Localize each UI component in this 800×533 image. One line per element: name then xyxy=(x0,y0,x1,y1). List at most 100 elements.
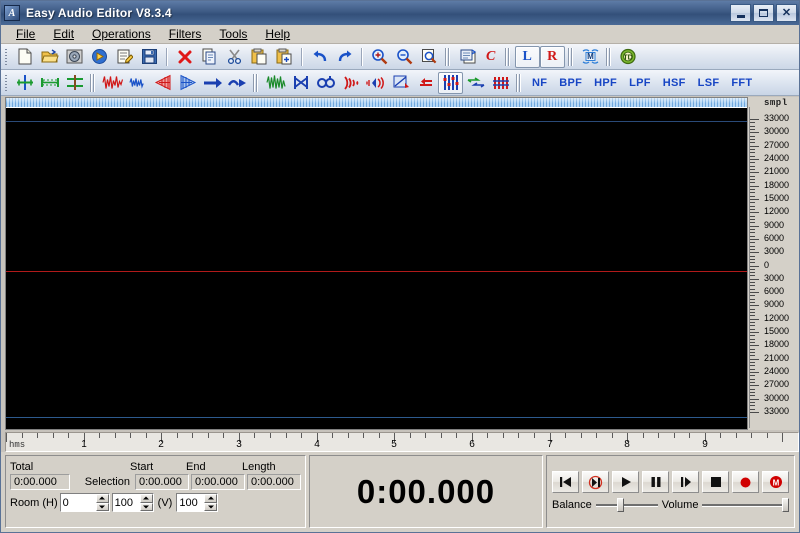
stop-button[interactable] xyxy=(702,471,729,493)
fade-out-icon[interactable] xyxy=(175,72,200,94)
toolbar-separator xyxy=(605,47,613,66)
room-h-offset-stepper[interactable] xyxy=(59,493,110,512)
scrollbar-thumb[interactable] xyxy=(6,98,748,107)
vibrato-icon[interactable] xyxy=(263,72,288,94)
paste-new-icon[interactable] xyxy=(272,46,297,68)
chorus-icon[interactable] xyxy=(313,72,338,94)
spin-down-icon[interactable] xyxy=(204,502,218,511)
menu-item-help[interactable]: Help xyxy=(256,25,299,43)
reverse-icon[interactable] xyxy=(225,72,250,94)
low-pass-filter-button[interactable]: LPF xyxy=(623,72,657,94)
spin-down-icon[interactable] xyxy=(95,502,109,511)
menu-item-tools[interactable]: Tools xyxy=(210,25,256,43)
time-minor-tick xyxy=(487,433,488,438)
menu-item-file[interactable]: File xyxy=(7,25,44,43)
paste-icon[interactable] xyxy=(247,46,272,68)
zoom-in-icon[interactable] xyxy=(367,46,392,68)
time-minor-tick xyxy=(643,433,644,438)
room-h-offset-spin-buttons[interactable] xyxy=(95,494,109,511)
time-minor-tick xyxy=(363,433,364,438)
spin-down-icon[interactable] xyxy=(139,502,153,511)
toolbar-grip[interactable] xyxy=(3,46,10,67)
maximize-button[interactable] xyxy=(753,4,774,22)
redo-icon[interactable] xyxy=(332,46,357,68)
fft-filter-button[interactable]: FFT xyxy=(725,72,758,94)
insert-marker-icon[interactable] xyxy=(12,72,37,94)
split-icon[interactable] xyxy=(62,72,87,94)
open-cd-icon[interactable] xyxy=(62,46,87,68)
room-v-zoom-stepper[interactable] xyxy=(176,493,219,512)
select-range-icon[interactable] xyxy=(37,72,62,94)
delete-icon[interactable] xyxy=(172,46,197,68)
copy-icon[interactable] xyxy=(197,46,222,68)
toolbar-grip[interactable] xyxy=(3,72,10,93)
left-channel-icon[interactable]: L xyxy=(514,45,540,68)
cut-icon[interactable] xyxy=(222,46,247,68)
play-button[interactable] xyxy=(612,471,639,493)
crossfade-icon[interactable] xyxy=(288,72,313,94)
batch-convert-icon[interactable] xyxy=(455,46,480,68)
flanger-icon[interactable] xyxy=(363,72,388,94)
waveform-canvas[interactable] xyxy=(6,108,747,429)
balance-slider[interactable] xyxy=(595,498,658,512)
equalizer-icon[interactable] xyxy=(438,71,463,94)
record-monitor-button[interactable]: M xyxy=(762,471,789,493)
minimize-button[interactable] xyxy=(730,4,751,22)
forward-icon[interactable] xyxy=(200,72,225,94)
record-button[interactable] xyxy=(732,471,759,493)
room-h-zoom-spin-buttons[interactable] xyxy=(139,494,153,511)
room-h-zoom-input[interactable] xyxy=(112,494,139,511)
time-ruler[interactable]: hms 1 2 3 4 5 6 7 8 9 xyxy=(5,432,799,452)
amplify-icon[interactable] xyxy=(100,72,125,94)
play-file-icon[interactable] xyxy=(87,46,112,68)
high-shelf-filter-button[interactable]: HSF xyxy=(657,72,692,94)
spin-up-icon[interactable] xyxy=(95,494,109,503)
echo-icon[interactable] xyxy=(338,72,363,94)
noise-gate-icon[interactable] xyxy=(488,72,513,94)
new-file-icon[interactable] xyxy=(12,46,37,68)
volume-slider-knob[interactable] xyxy=(782,498,790,512)
menu-item-filters[interactable]: Filters xyxy=(160,25,211,43)
low-shelf-filter-button[interactable]: LSF xyxy=(692,72,726,94)
open-file-icon[interactable] xyxy=(37,46,62,68)
spin-up-icon[interactable] xyxy=(139,494,153,503)
transport-buttons-row: M xyxy=(552,471,789,493)
band-pass-filter-button[interactable]: BPF xyxy=(553,72,588,94)
room-h-zoom-stepper[interactable] xyxy=(111,493,154,512)
spin-up-icon[interactable] xyxy=(204,494,218,503)
horizontal-scrollbar[interactable] xyxy=(6,98,748,108)
convert-icon[interactable]: C xyxy=(480,46,502,68)
normalize-icon[interactable] xyxy=(125,72,150,94)
volume-slider[interactable] xyxy=(702,498,790,512)
edit-file-icon[interactable] xyxy=(112,46,137,68)
skip-start-button[interactable] xyxy=(552,471,579,493)
time-tick-label: 5 xyxy=(391,439,397,450)
time-minor-tick xyxy=(254,433,255,438)
undo-icon[interactable] xyxy=(307,46,332,68)
room-label: Room (H) xyxy=(10,496,58,509)
trim-silence-icon[interactable]: TD xyxy=(616,46,641,68)
balance-slider-knob[interactable] xyxy=(616,498,624,512)
room-v-zoom-input[interactable] xyxy=(177,494,204,511)
zoom-out-icon[interactable] xyxy=(392,46,417,68)
menu-item-operations[interactable]: Operations xyxy=(83,25,160,43)
invert-icon[interactable] xyxy=(413,72,438,94)
time-minor-tick xyxy=(720,433,721,438)
high-pass-filter-button[interactable]: HPF xyxy=(588,72,623,94)
notch-filter-button[interactable]: NF xyxy=(526,72,553,94)
pause-button[interactable] xyxy=(642,471,669,493)
reverb-icon[interactable] xyxy=(388,72,413,94)
zoom-selection-icon[interactable] xyxy=(417,46,442,68)
step-forward-button[interactable] xyxy=(672,471,699,493)
mono-channel-icon[interactable]: M xyxy=(578,46,603,68)
fade-in-icon[interactable] xyxy=(150,72,175,94)
close-button[interactable]: ✕ xyxy=(776,4,797,22)
save-file-icon[interactable] xyxy=(137,46,162,68)
pitch-shift-icon[interactable] xyxy=(463,72,488,94)
right-channel-icon[interactable]: R xyxy=(539,45,565,68)
menu-item-edit[interactable]: Edit xyxy=(44,25,83,43)
waveform-view[interactable] xyxy=(5,97,748,430)
loop-play-button[interactable] xyxy=(582,471,609,493)
room-h-offset-input[interactable] xyxy=(60,494,95,511)
room-v-zoom-spin-buttons[interactable] xyxy=(204,494,218,511)
